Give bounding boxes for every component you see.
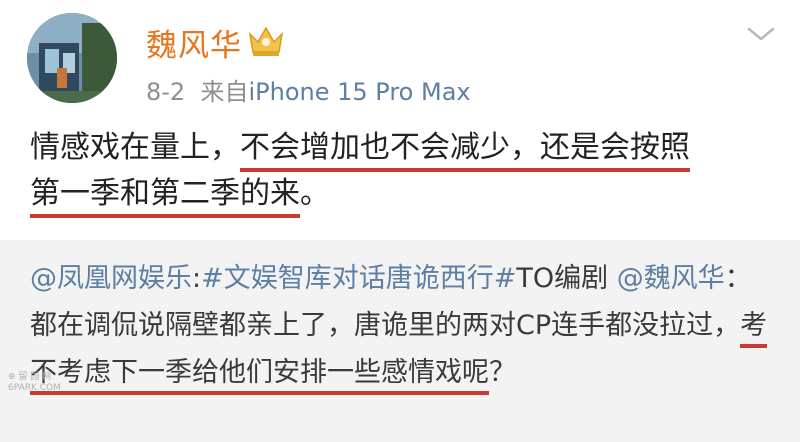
post-end-punct: 。: [300, 176, 330, 211]
repost-end-punct: ？: [489, 357, 516, 388]
watermark-line-2: 6PARK.COM: [8, 383, 61, 393]
repost-mention-link[interactable]: @凤凰网娱乐: [30, 263, 192, 294]
repost-text-1: TO编剧: [516, 263, 617, 294]
repost-underlined-text-2: 戏呢: [435, 357, 489, 395]
repost-mention-link-2[interactable]: @魏风华: [617, 263, 725, 294]
post-meta: 8-2 来自iPhone 15 Pro Max: [146, 72, 471, 107]
post-device: iPhone 15 Pro Max: [248, 78, 471, 106]
post-source-label: 来自: [200, 78, 249, 106]
vip-crown-icon: [246, 24, 286, 58]
post-underlined-text-2: 第一季和第二季的来: [30, 176, 300, 218]
post-underlined-text-1: 不会增加也不会减少，还是会按照: [240, 130, 690, 172]
watermark: ⊕ 留 园 网 6PARK.COM: [8, 372, 61, 394]
watermark-line-1: ⊕ 留 园 网: [8, 372, 52, 382]
post-date: 8-2: [146, 78, 186, 106]
chevron-down-icon[interactable]: [746, 24, 776, 44]
avatar[interactable]: [27, 13, 117, 103]
repost-hashtag-link[interactable]: #文娱智库对话唐诡西行#: [201, 263, 516, 294]
post-text: 情感戏在量上，: [30, 130, 240, 165]
repost-colon: :: [192, 263, 202, 294]
repost-body: @凤凰网娱乐:#文娱智库对话唐诡西行#TO编剧 @魏风华：都在调侃说隔壁都亲上了…: [30, 255, 775, 396]
username[interactable]: 魏风华: [146, 20, 242, 65]
post-body: 情感戏在量上，不会增加也不会减少，还是会按照 第一季和第二季的来。: [30, 125, 780, 218]
